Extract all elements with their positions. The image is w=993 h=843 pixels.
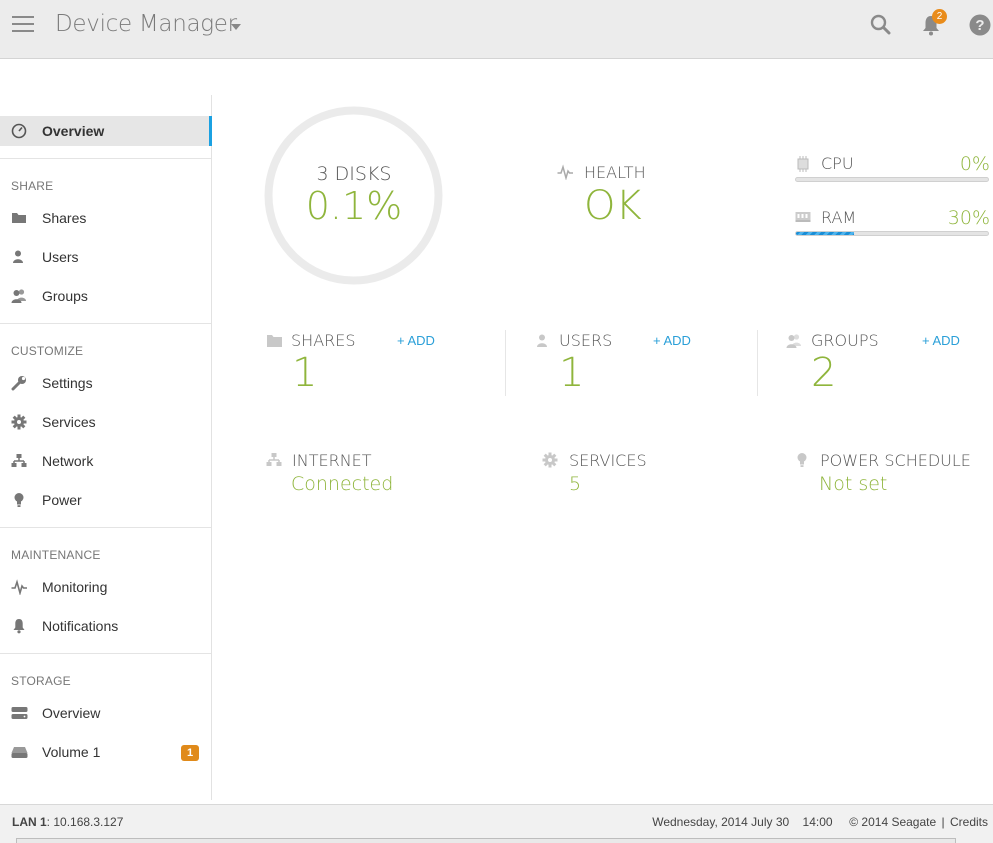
ram-usage-bar — [795, 231, 989, 236]
sidebar-item-shares[interactable]: Shares — [0, 203, 211, 233]
group-icon — [786, 333, 803, 349]
sidebar-item-notifications[interactable]: Notifications — [0, 611, 211, 641]
footer-copyright: © 2014 Seagate — [849, 815, 937, 829]
network-icon — [11, 453, 28, 469]
sidebar-item-label: Power — [42, 492, 82, 508]
sidebar-item-network[interactable]: Network — [0, 446, 211, 476]
status-footer: LAN 1: 10.168.3.127 Wednesday, 2014 July… — [0, 804, 993, 843]
shares-label: SHARES — [291, 331, 356, 350]
section-heading-customize: CUSTOMIZE — [11, 344, 84, 358]
gear-icon — [11, 414, 28, 430]
notification-count-badge[interactable]: 2 — [932, 9, 947, 24]
lightbulb-icon — [794, 452, 811, 468]
cpu-chip-icon — [795, 156, 812, 172]
sidebar-item-overview[interactable]: Overview — [0, 116, 212, 146]
section-heading-share: SHARE — [11, 179, 54, 193]
sidebar-item-label: Users — [42, 249, 79, 265]
sidebar-item-label: Shares — [42, 210, 87, 226]
sidebar-item-groups[interactable]: Groups — [0, 281, 211, 311]
folder-icon — [266, 333, 283, 349]
pulse-icon — [11, 579, 28, 596]
add-share-link[interactable]: + ADD — [397, 333, 435, 348]
title-dropdown-caret-icon[interactable] — [231, 24, 241, 30]
footer-datetime: Wednesday, 2014 July 30 14:00 — [652, 815, 833, 829]
app-title[interactable]: Device Manager — [55, 11, 237, 37]
network-icon — [266, 452, 283, 468]
health-value: OK — [584, 183, 642, 229]
user-icon — [535, 333, 552, 349]
health-label: HEALTH — [584, 163, 646, 182]
sidebar-item-label: Groups — [42, 288, 88, 304]
internet-label: INTERNET — [292, 451, 372, 470]
footer-right: Wednesday, 2014 July 30 14:00 © 2014 Sea… — [652, 815, 988, 829]
bell-icon — [11, 618, 28, 634]
sidebar-item-label: Monitoring — [42, 579, 108, 595]
ram-label: RAM — [821, 208, 857, 227]
pulse-icon — [557, 164, 574, 181]
sidebar-item-label: Network — [42, 453, 94, 469]
sidebar-item-label: Services — [42, 414, 96, 430]
wrench-icon — [11, 375, 28, 391]
credits-link[interactable]: Credits — [950, 815, 988, 829]
groups-label: GROUPS — [811, 331, 879, 350]
group-icon — [11, 288, 28, 304]
divider — [505, 330, 506, 396]
sidebar-item-settings[interactable]: Settings — [0, 368, 211, 398]
lan-label: LAN 1 — [12, 815, 47, 829]
svg-text:?: ? — [975, 17, 984, 34]
disks-label: 3 DISKS — [316, 163, 392, 185]
sidebar-item-label: Volume 1 — [42, 744, 101, 760]
sidebar-item-label: Notifications — [42, 618, 119, 634]
users-count[interactable]: 1 — [559, 350, 584, 396]
sidebar-item-monitoring[interactable]: Monitoring — [0, 572, 211, 602]
add-group-link[interactable]: + ADD — [922, 333, 960, 348]
storage-stack-icon — [11, 705, 28, 721]
shares-count[interactable]: 1 — [292, 350, 317, 396]
help-icon[interactable]: ? — [968, 13, 992, 37]
power-schedule-status[interactable]: Not set — [819, 473, 887, 495]
menu-icon[interactable] — [12, 15, 34, 33]
dashboard-gauge-icon — [11, 123, 28, 139]
cpu-percent: 0% — [959, 153, 990, 175]
ram-usage-bar-fill — [796, 232, 854, 235]
internet-status[interactable]: Connected — [291, 473, 393, 495]
ram-percent: 30% — [947, 207, 990, 229]
services-count[interactable]: 5 — [569, 473, 581, 495]
divider — [757, 330, 758, 396]
sidebar-item-power[interactable]: Power — [0, 485, 211, 515]
sidebar-divider — [0, 158, 211, 159]
cpu-usage-bar — [795, 177, 989, 182]
services-label: SERVICES — [569, 451, 647, 470]
sidebar-divider — [0, 323, 211, 324]
sidebar-item-services[interactable]: Services — [0, 407, 211, 437]
power-schedule-label: POWER SCHEDULE — [820, 451, 971, 470]
sidebar-item-storage-overview[interactable]: Overview — [0, 698, 211, 728]
sidebar-divider — [0, 653, 211, 654]
search-icon[interactable] — [869, 13, 893, 37]
users-label: USERS — [559, 331, 613, 350]
ram-module-icon — [795, 209, 812, 225]
sidebar-item-users[interactable]: Users — [0, 242, 211, 272]
cpu-label: CPU — [821, 154, 854, 173]
sidebar-item-volume-1[interactable]: Volume 1 1 — [0, 737, 211, 767]
user-icon — [11, 249, 28, 265]
add-user-link[interactable]: + ADD — [653, 333, 691, 348]
volume-alert-badge: 1 — [181, 745, 199, 761]
sidebar-divider — [0, 527, 211, 528]
sidebar-item-label: Overview — [42, 123, 105, 139]
hard-drive-icon — [11, 744, 28, 760]
lan-info: LAN 1: 10.168.3.127 — [12, 815, 123, 829]
folder-icon — [11, 210, 28, 226]
lightbulb-icon — [11, 492, 28, 508]
sidebar-item-label: Overview — [42, 705, 101, 721]
disks-usage-value: 0.1% — [305, 184, 403, 228]
lan-ip-address: : 10.168.3.127 — [46, 815, 124, 829]
sidebar-item-label: Settings — [42, 375, 93, 391]
gear-icon — [542, 452, 559, 468]
section-heading-storage: STORAGE — [11, 674, 71, 688]
horizontal-scrollbar[interactable] — [16, 838, 956, 843]
groups-count[interactable]: 2 — [811, 350, 836, 396]
top-bar: Device Manager 2 ? — [0, 0, 993, 59]
section-heading-maintenance: MAINTENANCE — [11, 548, 101, 562]
